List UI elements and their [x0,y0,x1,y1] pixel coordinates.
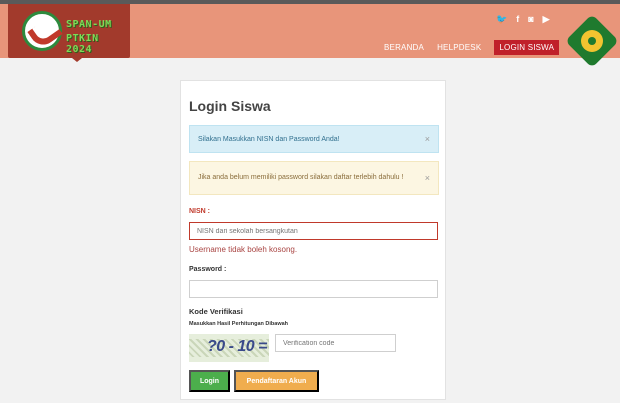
logo-text-line1: SPAN-UM [66,19,112,30]
twitter-icon[interactable]: 🐦 [496,14,507,25]
social-links: 🐦 f ◙ ▶ [496,14,550,25]
verification-sublabel: Masukkan Hasil Perhitungan Dibawah [189,321,289,327]
nisn-label: NISN : [189,208,210,215]
nisn-input[interactable] [189,222,438,240]
nav-beranda[interactable]: BERANDA [384,43,424,52]
captcha-text: ?0 - 10 = [207,338,267,355]
password-label: Password : [189,266,227,273]
logo[interactable]: SPAN-UM PTKIN 2024 [8,4,130,62]
youtube-icon[interactable]: ▶ [543,14,550,25]
verification-code-input[interactable] [275,334,396,352]
logo-caret-icon [72,58,82,62]
info-alert: Silakan Masukkan NISN dan Password Anda!… [189,125,439,153]
instagram-icon[interactable]: ◙ [528,14,533,25]
warning-alert-text: Jika anda belum memiliki password silaka… [198,174,404,181]
warning-alert: Jika anda belum memiliki password silaka… [189,161,439,195]
nav-helpdesk[interactable]: HELPDESK [437,43,481,52]
close-icon[interactable]: × [425,134,430,144]
facebook-icon[interactable]: f [516,14,519,25]
login-button[interactable]: Login [189,370,230,392]
verification-label: Kode Verifikasi [189,307,243,316]
close-icon[interactable]: × [425,172,430,184]
emblem-dot [588,37,596,45]
logo-text-line2: PTKIN 2024 [66,33,99,55]
site-header: SPAN-UM PTKIN 2024 🐦 f ◙ ▶ BERANDA HELPD… [0,4,620,62]
info-alert-text: Silakan Masukkan NISN dan Password Anda! [198,135,340,143]
nisn-error-text: Username tidak boleh kosong. [189,245,298,254]
captcha-image: ?0 - 10 = [189,334,269,362]
login-card: Login Siswa Silakan Masukkan NISN dan Pa… [180,80,446,400]
nav-login-siswa[interactable]: LOGIN SISWA [494,40,560,55]
password-input[interactable] [189,280,438,298]
logo-emblem-icon [22,11,62,51]
main-nav: BERANDA HELPDESK LOGIN SISWA [384,40,560,55]
register-button[interactable]: Pendaftaran Akun [234,370,319,392]
page-title: Login Siswa [189,98,271,114]
